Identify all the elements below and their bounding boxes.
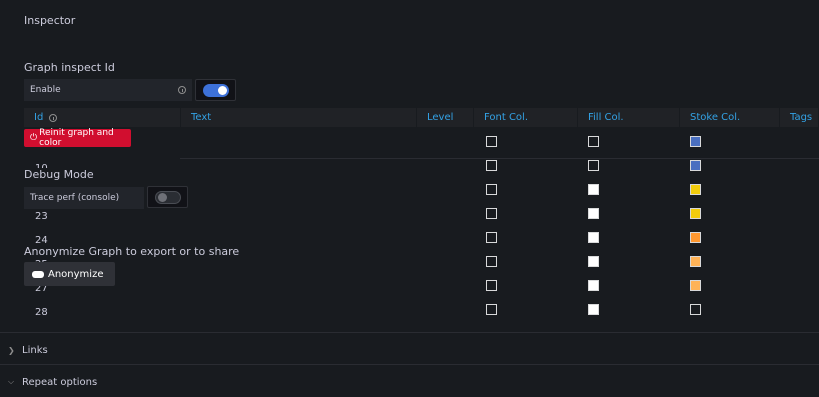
enable-toggle[interactable] xyxy=(202,83,229,97)
column-header-level[interactable]: Level xyxy=(417,108,474,127)
stroke-color-swatch[interactable] xyxy=(690,232,701,243)
repeat-divider xyxy=(0,364,819,365)
chevron-down-icon: ⌵ xyxy=(8,377,15,386)
row-id: 28 xyxy=(35,307,48,318)
font-color-swatch[interactable] xyxy=(486,304,497,315)
table-header: Id Text Level Font Col. Fill Col. Stoke … xyxy=(24,108,819,127)
table-row[interactable]: 25 xyxy=(0,256,819,278)
enable-label: Enable xyxy=(30,85,61,95)
fill-color-swatch[interactable] xyxy=(588,280,599,291)
table-row[interactable]: 23 xyxy=(0,208,819,230)
column-header-id[interactable]: Id xyxy=(24,108,181,127)
column-header-tags[interactable]: Tags xyxy=(780,108,819,127)
font-color-swatch[interactable] xyxy=(486,160,497,171)
stroke-color-swatch[interactable] xyxy=(690,184,701,195)
fill-color-swatch[interactable] xyxy=(588,304,599,315)
stroke-color-swatch[interactable] xyxy=(690,256,701,267)
chevron-right-icon: ❯ xyxy=(8,345,15,355)
stroke-color-swatch[interactable] xyxy=(690,280,701,291)
column-header-fill-color[interactable]: Fill Col. xyxy=(578,108,680,127)
repeat-options-section[interactable]: ⌵ Repeat options xyxy=(8,376,97,388)
anonymize-title: Anonymize Graph to export or to share xyxy=(24,245,240,258)
links-divider xyxy=(0,332,819,333)
trace-toggle[interactable] xyxy=(154,190,181,204)
font-color-swatch[interactable] xyxy=(486,232,497,243)
enable-field-label: Enable xyxy=(24,79,192,101)
trace-switch-container xyxy=(147,186,188,208)
font-color-swatch[interactable] xyxy=(486,184,497,195)
row-id: 23 xyxy=(35,211,48,222)
mask-icon xyxy=(32,270,44,278)
column-header-text[interactable]: Text xyxy=(181,108,417,127)
column-header-font-color[interactable]: Font Col. xyxy=(474,108,578,127)
info-icon xyxy=(49,113,58,122)
stroke-color-swatch[interactable] xyxy=(690,136,701,147)
reinit-button[interactable]: ⏻ Reinit graph and color xyxy=(24,128,131,148)
font-color-swatch[interactable] xyxy=(486,280,497,291)
trace-field-label: Trace perf (console) xyxy=(24,187,144,209)
fill-color-swatch[interactable] xyxy=(588,256,599,267)
anonymize-button[interactable]: Anonymize xyxy=(24,262,115,286)
stroke-color-swatch[interactable] xyxy=(690,208,701,219)
header-divider xyxy=(180,158,819,159)
toggle-knob xyxy=(157,192,167,202)
links-section[interactable]: ❯ Links xyxy=(8,344,48,356)
fill-color-swatch[interactable] xyxy=(588,136,599,147)
table-row[interactable]: 28 xyxy=(0,304,819,326)
column-header-stroke-color[interactable]: Stoke Col. xyxy=(680,108,780,127)
enable-switch-container xyxy=(195,79,236,101)
fill-color-swatch[interactable] xyxy=(588,208,599,219)
font-color-swatch[interactable] xyxy=(486,136,497,147)
inspector-title: Inspector xyxy=(24,14,76,27)
table-row[interactable]: 10 xyxy=(0,160,819,182)
info-icon xyxy=(178,86,186,94)
toggle-knob xyxy=(217,85,227,95)
font-color-swatch[interactable] xyxy=(486,256,497,267)
power-icon: ⏻ xyxy=(30,133,38,143)
fill-color-swatch[interactable] xyxy=(588,160,599,171)
stroke-color-swatch[interactable] xyxy=(690,304,701,315)
fill-color-swatch[interactable] xyxy=(588,232,599,243)
stroke-color-swatch[interactable] xyxy=(690,160,701,171)
debug-mode-title: Debug Mode xyxy=(24,168,94,181)
table-row[interactable]: 27 xyxy=(0,280,819,302)
font-color-swatch[interactable] xyxy=(486,208,497,219)
fill-color-swatch[interactable] xyxy=(588,184,599,195)
graph-inspect-title: Graph inspect Id xyxy=(24,61,115,74)
